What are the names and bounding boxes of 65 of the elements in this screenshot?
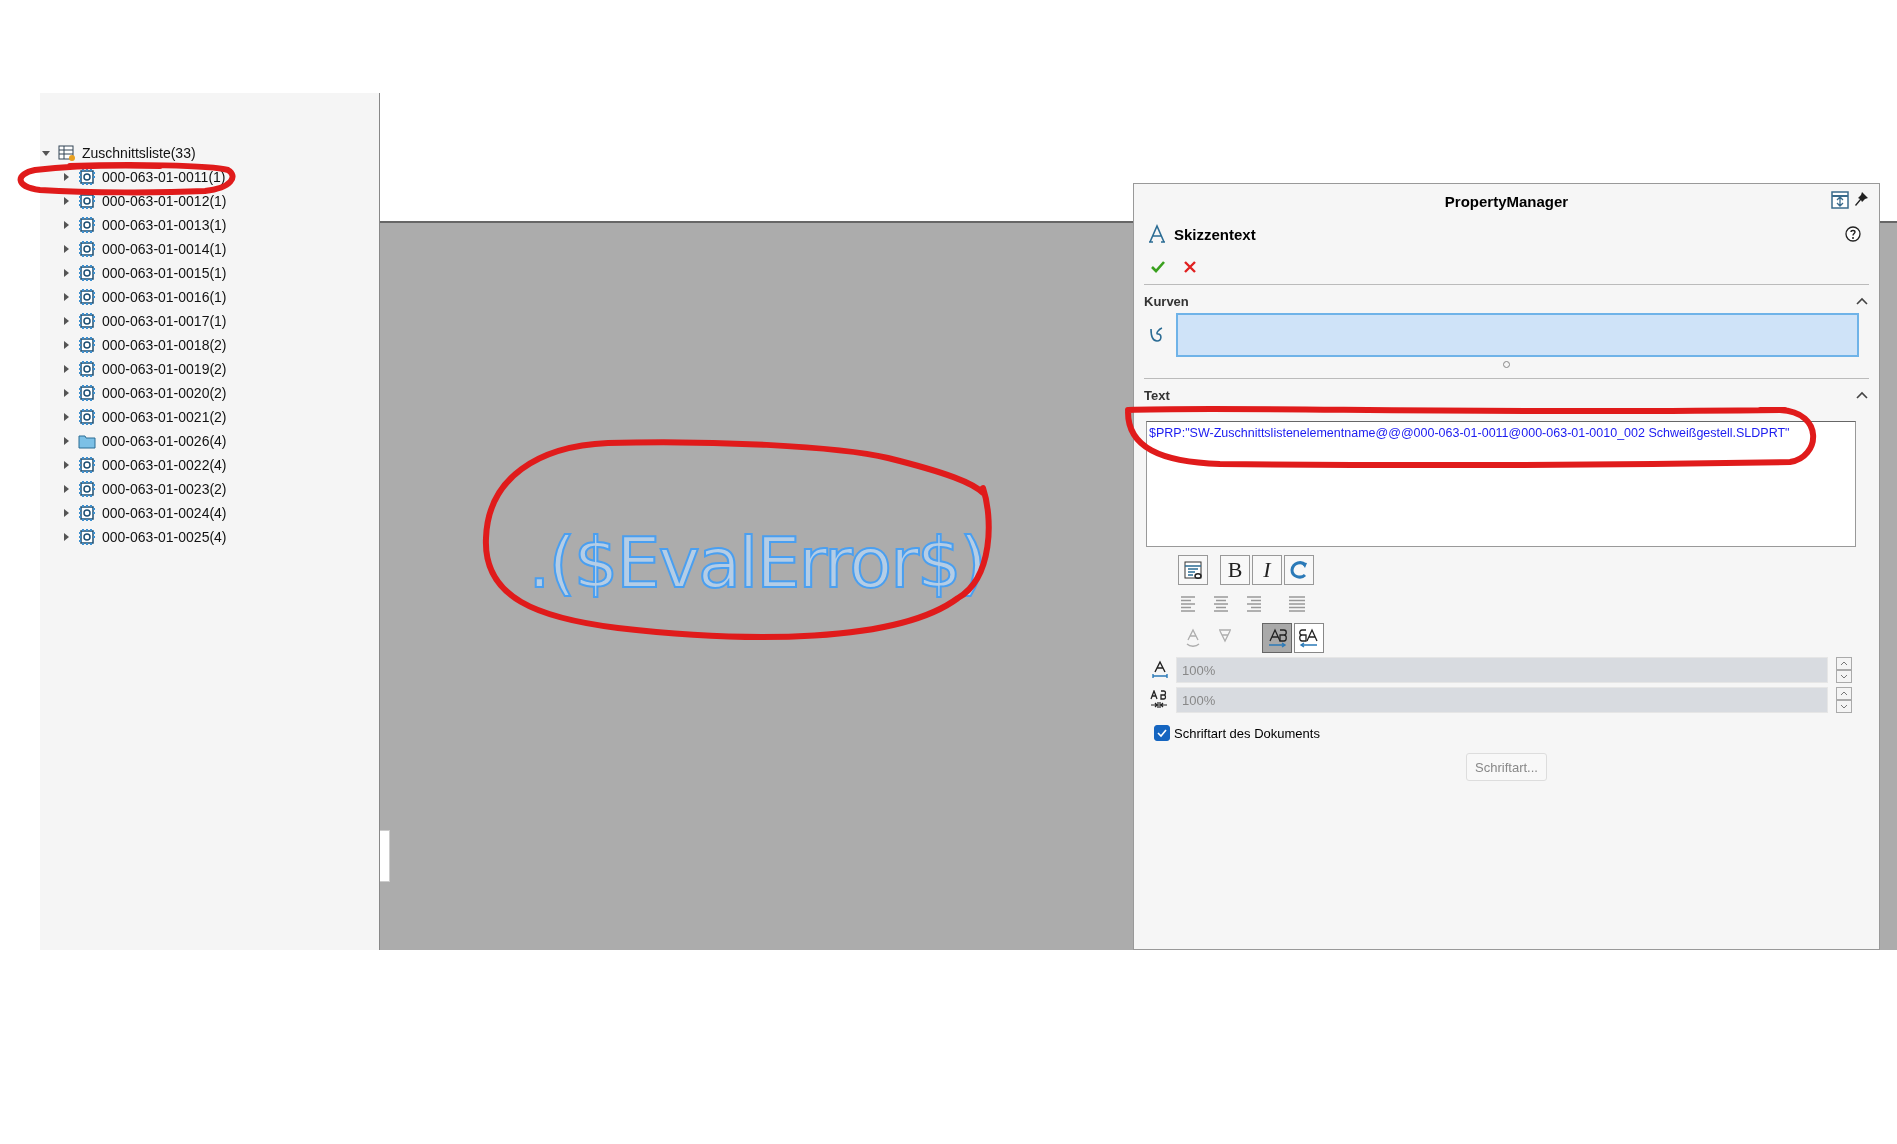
part-icon xyxy=(78,360,96,378)
cancel-x-icon[interactable] xyxy=(1182,259,1198,275)
panel-title: PropertyManager xyxy=(1444,192,1569,210)
collapse-chevron-icon[interactable] xyxy=(1855,296,1869,306)
italic-button[interactable]: I xyxy=(1252,555,1282,585)
text-field[interactable]: $PRP:"SW-Zuschnittslistenelementname@@@000-063-01-0011@000-063-01-0010_002 Schweißgestell.SLDPRT" xyxy=(1146,421,1856,547)
tree-item[interactable]: 000-063-01-0025(4) xyxy=(102,529,227,545)
tree-item[interactable]: 000-063-01-0020(2) xyxy=(102,385,227,401)
checkbox[interactable] xyxy=(1154,725,1170,741)
tree-item[interactable]: 000-063-01-0015(1) xyxy=(102,265,227,281)
part-icon xyxy=(78,264,96,282)
tree-item[interactable]: 000-063-01-0018(2) xyxy=(102,337,227,353)
part-icon xyxy=(78,288,96,306)
feature-title: Skizzentext xyxy=(1174,225,1256,243)
rtl-text-icon xyxy=(1299,628,1319,648)
panel-collapse-handle[interactable] xyxy=(380,830,390,882)
panel-layout-icon[interactable] xyxy=(1831,191,1849,209)
part-icon xyxy=(78,192,96,210)
link-to-property-button[interactable] xyxy=(1178,555,1208,585)
tree-item[interactable]: 000-063-01-0021(2) xyxy=(102,409,227,425)
section-title: Kurven xyxy=(1144,293,1189,309)
sketch-text-icon xyxy=(1148,224,1166,244)
ok-checkmark-icon[interactable] xyxy=(1150,259,1166,275)
tree-item[interactable]: 000-063-01-0023(2) xyxy=(102,481,227,497)
tree-item[interactable]: 000-063-01-0026(4) xyxy=(102,433,227,449)
width-icon xyxy=(1150,660,1168,680)
part-icon xyxy=(78,240,96,258)
collapse-chevron-icon[interactable] xyxy=(1855,390,1869,400)
spin-buttons[interactable] xyxy=(1836,687,1852,713)
part-icon xyxy=(78,528,96,546)
left-to-right-button[interactable] xyxy=(1262,623,1292,653)
folder-icon xyxy=(78,432,96,450)
rotate-arrow-icon xyxy=(1289,560,1309,580)
tree-item[interactable]: 000-063-01-0011(1) xyxy=(102,169,226,185)
sketch-text: .($EvalError$) xyxy=(528,521,985,606)
section-title: Text xyxy=(1144,387,1170,403)
pin-icon[interactable] xyxy=(1853,191,1869,207)
part-icon xyxy=(78,456,96,474)
tree-item[interactable]: 000-063-01-0017(1) xyxy=(102,313,227,329)
part-icon xyxy=(78,168,96,186)
part-icon xyxy=(78,216,96,234)
tree-item[interactable]: 000-063-01-0014(1) xyxy=(102,241,227,257)
ltr-text-icon xyxy=(1267,628,1287,648)
table-link-icon xyxy=(1183,560,1203,580)
help-icon[interactable] xyxy=(1845,226,1861,242)
part-icon xyxy=(78,504,96,522)
tree-item[interactable]: 000-063-01-0024(4) xyxy=(102,505,227,521)
bold-button[interactable]: B xyxy=(1220,555,1250,585)
part-icon xyxy=(78,336,96,354)
right-to-left-button[interactable] xyxy=(1294,623,1324,653)
tree-item[interactable]: 000-063-01-0019(2) xyxy=(102,361,227,377)
part-icon xyxy=(78,408,96,426)
tree-item[interactable]: 000-063-01-0013(1) xyxy=(102,217,227,233)
tree-item[interactable]: 000-063-01-0022(4) xyxy=(102,457,227,473)
part-icon xyxy=(78,384,96,402)
part-icon xyxy=(78,480,96,498)
tree-item[interactable]: 000-063-01-0012(1) xyxy=(102,193,227,209)
tree-item[interactable]: 000-063-01-0016(1) xyxy=(102,289,227,305)
checkbox-label: Schriftart des Dokuments xyxy=(1174,725,1320,741)
tree-item[interactable]: Zuschnittsliste(33) xyxy=(82,145,196,161)
rotate-button[interactable] xyxy=(1284,555,1314,585)
spin-buttons[interactable] xyxy=(1836,657,1852,683)
part-icon xyxy=(78,312,96,330)
cut-list-icon xyxy=(58,144,76,162)
character-spacing-icon xyxy=(1150,690,1168,710)
